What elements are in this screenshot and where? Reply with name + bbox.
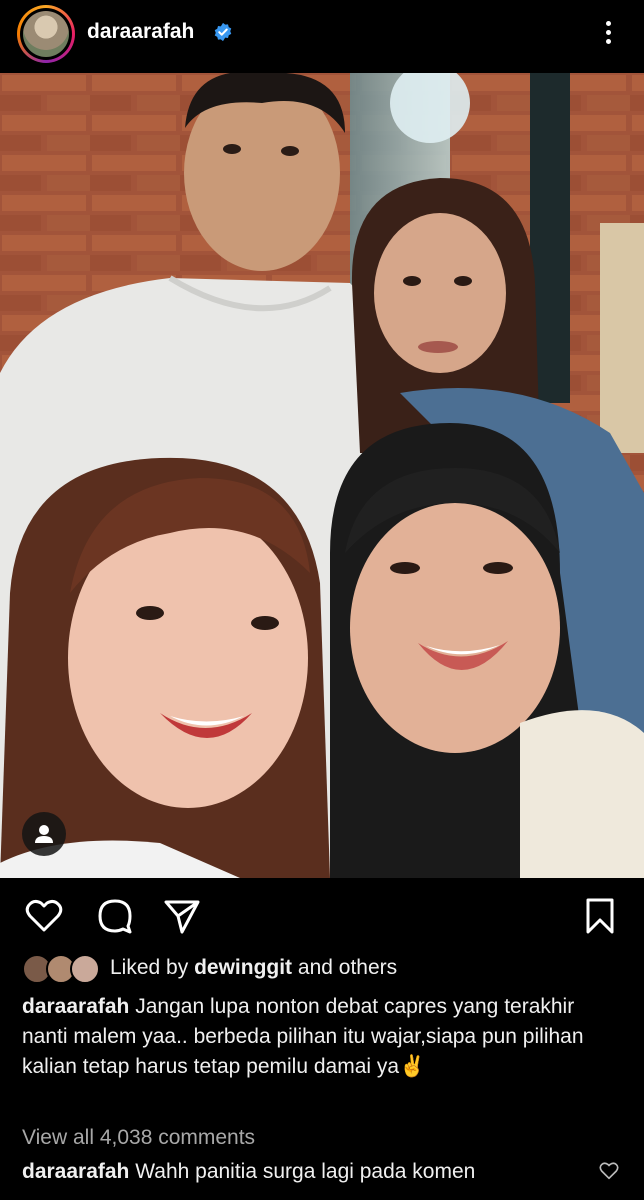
post-header: daraarafah — [0, 0, 644, 72]
comment-text: Wahh panitia surga lagi pada komen — [135, 1160, 476, 1183]
likes-row[interactable]: Liked by dewinggit and others — [22, 954, 622, 984]
liker-avatars — [22, 954, 102, 984]
comment-author[interactable]: daraarafah — [22, 1160, 129, 1183]
action-bar — [0, 878, 644, 950]
liker-avatar — [70, 954, 100, 984]
likes-suffix[interactable]: and others — [298, 956, 397, 979]
view-all-comments-link[interactable]: View all 4,038 comments — [22, 1126, 255, 1150]
top-comment: daraarafah Wahh panitia surga lagi pada … — [22, 1160, 475, 1184]
username[interactable]: daraarafah — [87, 20, 194, 44]
post-photo[interactable] — [0, 73, 644, 878]
send-icon[interactable] — [162, 896, 202, 936]
comment-icon[interactable] — [95, 896, 135, 936]
bookmark-icon[interactable] — [580, 896, 620, 936]
likes-text: Liked by dewinggit and others — [110, 956, 397, 980]
heart-icon[interactable] — [24, 896, 64, 936]
caption-author[interactable]: daraarafah — [22, 995, 129, 1018]
tagged-users-button[interactable] — [22, 812, 66, 856]
avatar-image — [23, 11, 69, 57]
likes-user[interactable]: dewinggit — [194, 956, 292, 979]
profile-avatar[interactable] — [17, 5, 75, 63]
photo-illustration — [0, 73, 644, 878]
verified-badge-icon — [214, 22, 232, 42]
comment-like-heart-icon[interactable] — [598, 1160, 620, 1182]
person-icon — [35, 825, 53, 843]
likes-prefix: Liked by — [110, 956, 189, 979]
post-caption: daraarafah Jangan lupa nonton debat capr… — [22, 992, 622, 1082]
more-options-icon[interactable] — [596, 18, 620, 48]
